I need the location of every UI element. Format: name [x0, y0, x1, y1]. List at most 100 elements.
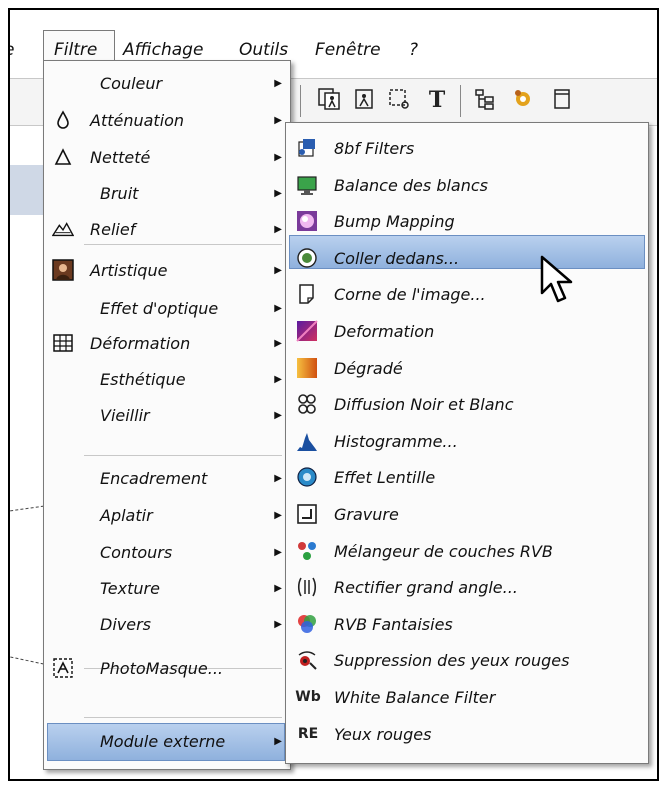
plugin-menu-item-label: 8bf Filters — [334, 139, 415, 158]
rect-select-icon[interactable] — [386, 87, 412, 113]
plugin-menu-item-6[interactable]: Deformation — [286, 318, 648, 348]
submenu-arrow-icon: ▶ — [274, 473, 282, 484]
plugin-menu-item-label: Rectifier grand angle... — [334, 578, 518, 598]
filtre-menu-item-14[interactable]: Texture ▶ — [44, 574, 290, 604]
plugin-menu-item-8[interactable]: Diffusion Noir et Blanc — [286, 391, 648, 421]
rgb-mixer-icon — [296, 540, 318, 562]
filtre-menu-item-label: Vieillir — [100, 406, 150, 425]
filtre-menu-item-9[interactable]: Esthétique ▶ — [44, 365, 290, 395]
mouse-cursor-icon — [540, 255, 573, 303]
filtre-menu-item-15[interactable]: Divers ▶ — [44, 610, 290, 640]
filtre-menu-item-label: Déformation — [90, 334, 191, 353]
paste-into-icon — [296, 247, 318, 269]
toolbar-separator — [300, 85, 301, 117]
plugin-menu-item-label: Mélangeur de couches RVB — [334, 541, 553, 561]
mountain-icon — [52, 218, 74, 240]
plugin-menu-item-17[interactable]: RE Yeux rouges — [286, 721, 648, 751]
plugin-menu-item-4[interactable]: Coller dedans... — [286, 245, 648, 275]
histogram-icon — [296, 430, 318, 452]
plugin-menu-item-14[interactable]: RVB Fantaisies — [286, 611, 648, 641]
submenu-arrow-icon: ▶ — [274, 78, 282, 89]
plugin-menu-item-label: Yeux rouges — [334, 724, 432, 744]
filtre-menu-item-4[interactable]: Bruit ▶ — [44, 179, 290, 209]
submenu-arrow-icon: ▶ — [274, 510, 282, 521]
filtre-menu-item-11[interactable]: Encadrement ▶ — [44, 464, 290, 494]
filtre-menu-item-2[interactable]: Atténuation ▶ — [44, 106, 290, 136]
plugin-menu-item-label: Suppression des yeux rouges — [334, 651, 570, 671]
wb-icon: Wb — [294, 686, 322, 708]
engrave-icon — [296, 503, 318, 525]
submenu-arrow-icon: ▶ — [274, 410, 282, 421]
submenu-arrow-icon: ▶ — [274, 152, 282, 163]
plugin-icon — [296, 137, 318, 159]
person-frame-icon[interactable] — [352, 87, 378, 113]
filtre-menu-item-label: Bruit — [100, 184, 139, 203]
app-window: e Filtre Affichage Outils Fenêtre ? T — [8, 8, 659, 781]
filtre-menu-item-10[interactable]: Vieillir ▶ — [44, 401, 290, 431]
plugin-menu-item-11[interactable]: Gravure — [286, 501, 648, 531]
filtre-menu-item-8[interactable]: Déformation ▶ — [44, 329, 290, 359]
menu-help[interactable]: ? — [409, 40, 418, 60]
submenu-arrow-icon: ▶ — [274, 265, 282, 276]
background-panel — [10, 165, 44, 215]
canvas-guide-line — [10, 656, 44, 665]
filtre-menu-item-13[interactable]: Contours ▶ — [44, 538, 290, 568]
plugin-menu-item-label: Diffusion Noir et Blanc — [334, 395, 514, 415]
menu-fenetre[interactable]: Fenêtre — [315, 40, 381, 60]
portrait-icon — [52, 259, 74, 281]
plugin-menu-item-label: Effet Lentille — [334, 468, 436, 488]
filtre-menu-item-label: Esthétique — [100, 370, 186, 389]
plugin-gear-icon[interactable] — [510, 87, 536, 113]
tree-icon[interactable] — [472, 87, 498, 113]
plugin-menu-item-2[interactable]: Balance des blancs — [286, 172, 648, 202]
triangle-outline-icon — [52, 146, 74, 168]
filtre-menu-item-3[interactable]: Netteté ▶ — [44, 143, 290, 173]
filtre-menu-item-label: Aplatir — [100, 506, 153, 525]
text-tool-icon[interactable]: T — [424, 87, 450, 113]
plugin-menu-item-10[interactable]: Effet Lentille — [286, 464, 648, 494]
plugin-menu-item-label: Coller dedans... — [334, 248, 460, 268]
submenu-arrow-icon: ▶ — [274, 338, 282, 349]
filtre-menu-item-label: Encadrement — [100, 469, 208, 488]
gradient-icon — [296, 357, 318, 379]
plugin-menu-item-5[interactable]: Corne de l'image... — [286, 281, 648, 311]
plugin-menu-item-13[interactable]: Rectifier grand angle... — [286, 574, 648, 604]
wide-angle-icon — [296, 576, 318, 598]
drop-outline-icon — [52, 109, 74, 131]
submenu-arrow-icon: ▶ — [274, 547, 282, 558]
menu-filtre[interactable]: Filtre — [54, 40, 97, 60]
filtre-menu-item-label: Texture — [100, 579, 160, 598]
filtre-menu-item-17[interactable]: Module externe ▶ — [44, 727, 290, 757]
filtre-menu-item-7[interactable]: Effet d'optique ▶ — [44, 294, 290, 324]
rgb-fantasy-icon — [296, 613, 318, 635]
plugin-menu-item-label: White Balance Filter — [334, 688, 496, 707]
filtre-menu-item-5[interactable]: Relief ▶ — [44, 215, 290, 245]
icon-text: Wb — [295, 689, 321, 705]
filtre-menu-item-12[interactable]: Aplatir ▶ — [44, 501, 290, 531]
deform-icon — [296, 320, 318, 342]
window-icon[interactable] — [550, 87, 576, 113]
lens-icon — [296, 466, 318, 488]
plugin-menu-item-3[interactable]: Bump Mapping — [286, 208, 648, 238]
menu-outils[interactable]: Outils — [239, 40, 288, 60]
plugin-menu-item-1[interactable]: 8bf Filters — [286, 135, 648, 165]
toolbar-separator — [460, 85, 461, 117]
filtre-menu-item-1[interactable]: Couleur ▶ — [44, 69, 290, 99]
menu-affichage[interactable]: Affichage — [123, 40, 203, 60]
select-person-icon[interactable] — [316, 87, 342, 113]
menu-fichier[interactable]: e — [10, 40, 14, 60]
photomask-icon — [52, 657, 74, 679]
filtre-menu-item-label: Relief — [90, 220, 136, 239]
submenu-arrow-icon: ▶ — [274, 583, 282, 594]
filtre-menu-item-6[interactable]: Artistique ▶ — [44, 256, 290, 286]
module-externe-submenu: 8bf Filters Balance des blancs Bump Mappin… — [285, 122, 649, 764]
submenu-arrow-icon: ▶ — [274, 188, 282, 199]
plugin-menu-item-12[interactable]: Mélangeur de couches RVB — [286, 538, 648, 568]
plugin-menu-item-9[interactable]: Histogramme... — [286, 428, 648, 458]
icon-text: RE — [297, 725, 319, 742]
plugin-menu-item-7[interactable]: Dégradé — [286, 355, 648, 385]
plugin-menu-item-15[interactable]: Suppression des yeux rouges — [286, 647, 648, 677]
plugin-menu-item-16[interactable]: Wb White Balance Filter — [286, 684, 648, 714]
submenu-arrow-icon: ▶ — [274, 303, 282, 314]
filtre-menu-item-16[interactable]: PhotoMasque... — [44, 654, 290, 684]
